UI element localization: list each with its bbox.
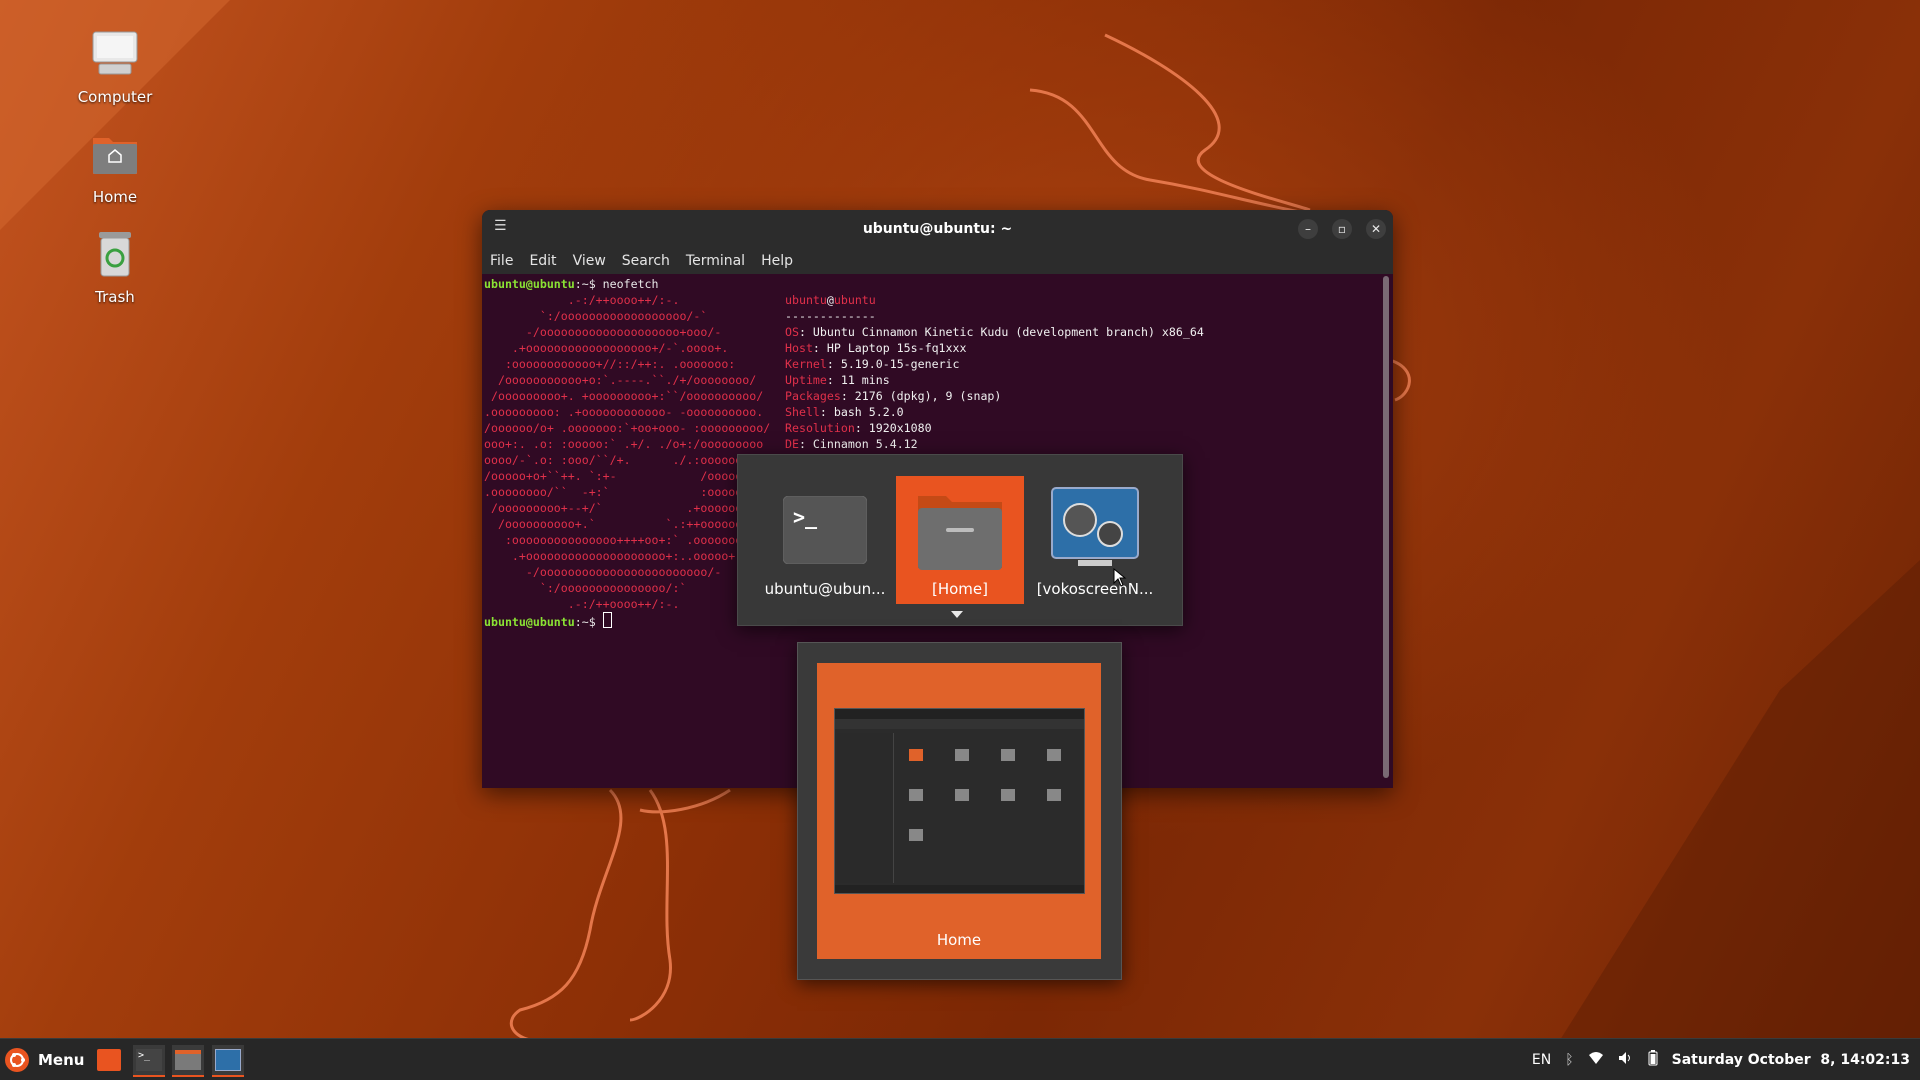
mouse-pointer-icon (1113, 568, 1127, 587)
clock[interactable]: Saturday October 8, 14:02:13 (1672, 1052, 1910, 1068)
chevron-down-icon (951, 611, 963, 618)
taskbar-terminal[interactable]: >_ (133, 1045, 165, 1077)
taskbar-show-desktop[interactable] (93, 1045, 125, 1075)
menu-label: Menu (38, 1051, 85, 1069)
bluetooth-icon[interactable]: ᛒ (1565, 1052, 1573, 1068)
taskbar: Menu >_ EN ᛒ Saturday October 8, 14:02:1… (0, 1038, 1920, 1080)
menu-edit[interactable]: Edit (529, 253, 556, 269)
window-switcher: >_ ubuntu@ubun... [Home] [vokoscreenN... (737, 454, 1183, 626)
file-manager-thumbnail (834, 708, 1085, 894)
desktop-icon-computer[interactable]: Computer (60, 28, 170, 106)
desktop-icon-trash[interactable]: Trash (60, 228, 170, 306)
wifi-icon[interactable] (1588, 1051, 1604, 1069)
window-preview: Home (797, 642, 1122, 980)
info-line: Resolution: 1920x1080 (785, 421, 932, 435)
menu-file[interactable]: File (490, 253, 513, 269)
desktop-icon-home[interactable]: Home (60, 128, 170, 206)
show-desktop-icon (97, 1049, 121, 1071)
taskbar-vokoscreen[interactable] (212, 1045, 244, 1077)
folder-icon (918, 496, 1002, 570)
system-tray: EN ᛒ Saturday October 8, 14:02:13 (1518, 1039, 1910, 1080)
vokoscreen-icon (1051, 487, 1139, 566)
menu-view[interactable]: View (573, 253, 606, 269)
folder-icon (175, 1050, 201, 1070)
info-line: Kernel: 5.19.0-15-generic (785, 357, 960, 371)
switcher-label: ubuntu@ubun... (764, 580, 886, 598)
info-line: OS: Ubuntu Cinnamon Kinetic Kudu (develo… (785, 325, 1204, 339)
home-folder-icon (93, 138, 137, 174)
battery-icon[interactable] (1648, 1049, 1658, 1070)
terminal-menubar: File Edit View Search Terminal Help (482, 248, 1393, 274)
minimize-icon[interactable]: – (1298, 219, 1318, 239)
keyboard-layout[interactable]: EN (1532, 1052, 1551, 1068)
volume-icon[interactable] (1618, 1051, 1634, 1069)
preview-label: Home (936, 931, 982, 949)
info-line: Host: HP Laptop 15s-fq1xxx (785, 341, 967, 355)
menu-button[interactable]: Menu (4, 1046, 84, 1074)
menu-help[interactable]: Help (761, 253, 793, 269)
preview-background: Home (817, 663, 1101, 959)
computer-icon (92, 31, 138, 75)
switcher-label: [vokoscreenN... (1036, 580, 1154, 598)
ubuntu-logo-icon (5, 1048, 29, 1072)
terminal-icon: >_ (782, 495, 868, 565)
svg-text:>_: >_ (793, 505, 818, 529)
switcher-item-home[interactable]: [Home] (896, 476, 1024, 604)
trash-icon (99, 232, 131, 277)
cursor (602, 612, 612, 628)
info-line: Packages: 2176 (dpkg), 9 (snap) (785, 389, 1002, 403)
close-icon[interactable]: ✕ (1366, 219, 1386, 239)
info-line: Shell: bash 5.2.0 (785, 405, 904, 419)
maximize-icon[interactable]: ▫ (1332, 219, 1352, 239)
switcher-item-terminal[interactable]: >_ ubuntu@ubun... (761, 476, 889, 604)
system-info: ubuntu@ubuntu ------------- OS: Ubuntu C… (785, 293, 1204, 451)
desktop-icon-label: Computer (77, 88, 153, 106)
desktop-icon-label: Home (92, 188, 138, 206)
taskbar-files[interactable] (172, 1045, 204, 1077)
terminal-titlebar[interactable]: ☰ ubuntu@ubuntu: ~ – ▫ ✕ (482, 210, 1393, 248)
info-line: DE: Cinnamon 5.4.12 (785, 437, 918, 451)
desktop-icon-label: Trash (95, 288, 135, 306)
terminal-icon: >_ (136, 1049, 162, 1071)
switcher-label: [Home] (931, 580, 988, 598)
vokoscreen-icon (215, 1049, 241, 1071)
menu-terminal[interactable]: Terminal (686, 253, 745, 269)
switcher-item-vokoscreen[interactable]: [vokoscreenN... (1031, 476, 1159, 604)
info-line: Uptime: 11 mins (785, 373, 890, 387)
menu-search[interactable]: Search (622, 253, 670, 269)
command-line: ubuntu@ubuntu:~$ neofetch (484, 277, 659, 291)
window-title: ubuntu@ubuntu: ~ (862, 221, 1013, 237)
terminal-scrollbar[interactable] (1383, 276, 1389, 778)
